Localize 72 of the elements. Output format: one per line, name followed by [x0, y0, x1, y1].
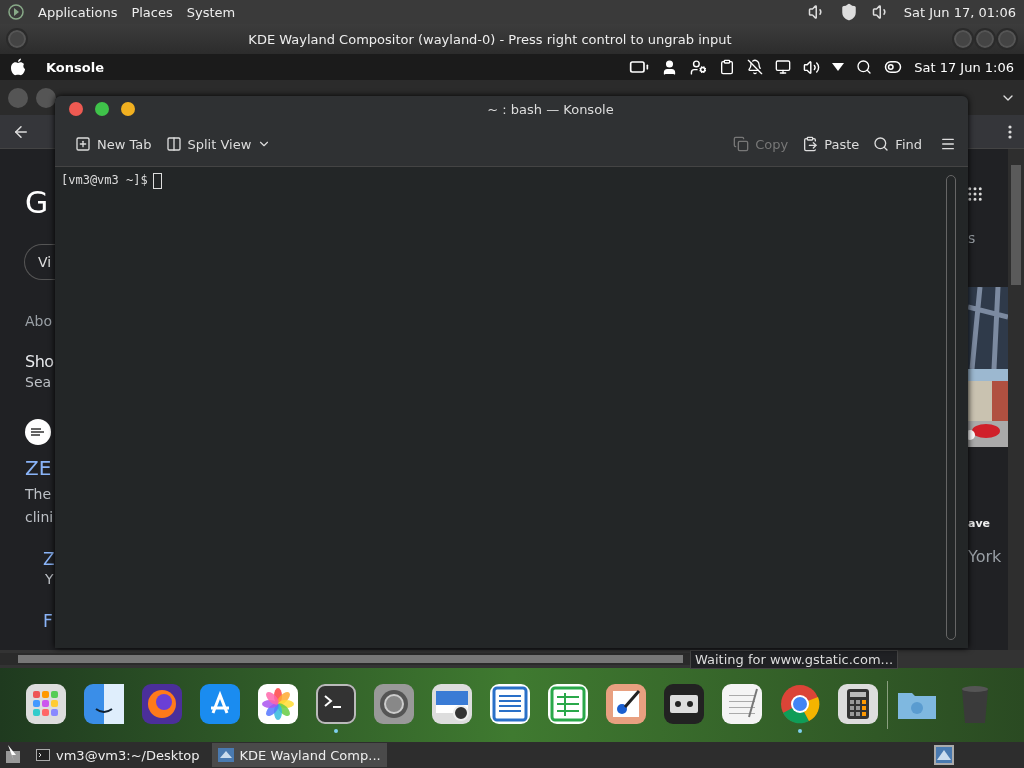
shield-icon	[839, 3, 858, 21]
result-body: clini	[25, 507, 55, 526]
result-muted: s	[968, 229, 977, 248]
bell-off-icon	[747, 59, 764, 75]
monitor-icon	[217, 748, 234, 762]
spreadsheet-icon[interactable]	[547, 683, 589, 725]
status-bubble: Waiting for www.gstatic.com...	[690, 649, 898, 669]
menu-icon	[940, 136, 956, 152]
result-sublink[interactable]: F	[43, 610, 55, 633]
copy-icon	[733, 136, 750, 152]
panel-menu[interactable]: System	[186, 4, 236, 20]
window-title: KDE Wayland Compositor (wayland-0) - Press right control to ungrab input	[247, 31, 733, 47]
result-sublink[interactable]: Z	[43, 547, 55, 570]
result-large: York	[968, 547, 1003, 569]
clipboard-icon	[802, 136, 819, 152]
panel-menu[interactable]: Applications	[38, 4, 118, 20]
result-subtext: Y	[45, 569, 55, 588]
result-bold: ave	[968, 517, 992, 532]
maximize-button[interactable]	[95, 102, 109, 116]
paste-button[interactable]: Paste	[798, 132, 864, 156]
document-icon[interactable]	[489, 683, 531, 725]
app-store-icon[interactable]	[199, 683, 241, 725]
launchpad-icon[interactable]	[25, 683, 67, 725]
find-button[interactable]: Find	[869, 132, 926, 156]
result-logo: G	[25, 184, 50, 222]
monitor-icon	[775, 59, 792, 75]
notepad-icon[interactable]	[721, 683, 763, 725]
paint-brush-icon[interactable]	[605, 683, 647, 725]
close-button[interactable]	[69, 102, 83, 116]
apple-icon	[10, 58, 26, 76]
text-cursor	[152, 173, 162, 189]
wind-icon	[30, 426, 46, 439]
calculator-icon[interactable]	[837, 683, 879, 725]
split-button[interactable]: Split View	[161, 132, 276, 156]
split-view-icon	[165, 136, 182, 152]
gear-icon[interactable]	[373, 683, 415, 725]
result-heading: Sho	[25, 352, 55, 374]
smiling-face-icon[interactable]	[83, 683, 125, 725]
play-icon	[8, 4, 24, 20]
toggle-icon	[884, 58, 903, 76]
panel-menu[interactable]: Places	[131, 4, 173, 20]
dropdown-icon	[832, 63, 845, 71]
user-settings-icon	[690, 58, 708, 76]
scrollbar[interactable]	[1008, 149, 1024, 650]
terminal-icon[interactable]	[315, 683, 357, 725]
search-icon	[856, 59, 873, 75]
taskbar-task[interactable]: KDE Wayland Comp...	[211, 743, 387, 767]
result-muted: Abo	[25, 312, 54, 331]
app-name[interactable]: Konsole	[46, 59, 104, 75]
result-body: The	[25, 485, 53, 504]
search-icon	[873, 136, 890, 152]
window-title: ~ : bash — Konsole	[486, 101, 615, 117]
flower-icon[interactable]	[257, 683, 299, 725]
monitor-icon	[934, 745, 954, 765]
taskbar-task[interactable]: vm3@vm3:~/Desktop	[30, 743, 206, 767]
new-tab-icon	[75, 136, 91, 152]
terminal-icon	[36, 749, 50, 761]
result-link[interactable]: ZE	[25, 455, 55, 482]
photo-viewer-icon[interactable]	[431, 683, 473, 725]
newtab-button[interactable]: New Tab	[71, 132, 156, 156]
cassette-icon[interactable]	[663, 683, 705, 725]
menu-bar-clock: Sat 17 Jun 1:06	[914, 59, 1014, 75]
fox-globe-icon[interactable]	[141, 683, 183, 725]
shell-prompt: [vm3@vm3 ~]$	[61, 173, 148, 189]
horizontal-scrollbar[interactable]	[0, 653, 690, 665]
volume-icon	[803, 58, 821, 76]
minimize-button[interactable]	[121, 102, 135, 116]
chrome-icon[interactable]	[779, 683, 821, 725]
result-sub: Sea	[25, 373, 53, 392]
panel-clock: Sat Jun 17, 01:06	[903, 4, 1016, 20]
clipboard-icon	[719, 59, 736, 75]
menu-dots-icon	[1008, 124, 1012, 139]
